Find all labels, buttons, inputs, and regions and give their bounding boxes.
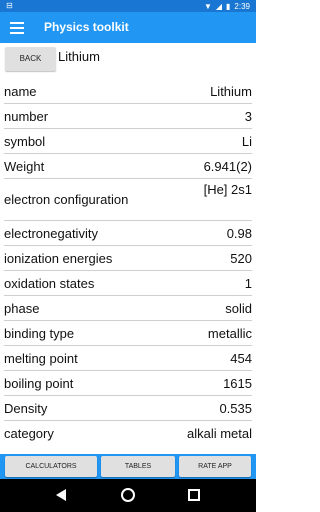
property-row: oxidation states 1: [0, 271, 256, 295]
property-key: number: [4, 108, 49, 124]
bottom-toolbar: CALCULATORS TABLES RATE APP: [0, 454, 256, 479]
property-row: ionization energies 520: [0, 246, 256, 270]
property-key: ionization energies: [4, 250, 113, 266]
property-value: 3: [244, 108, 252, 124]
app-title: Physics toolkit: [44, 20, 129, 34]
property-row: Density 0.535: [0, 396, 256, 420]
property-key: boiling point: [4, 375, 74, 391]
signal-icon: ◢: [215, 1, 223, 11]
battery-icon: ▮: [226, 1, 231, 11]
nav-home-icon[interactable]: [121, 488, 135, 502]
nav-back-icon[interactable]: [56, 489, 66, 501]
calculators-button[interactable]: CALCULATORS: [5, 456, 97, 477]
property-key: Weight: [4, 158, 45, 174]
element-header: BACK Lithium: [0, 43, 256, 75]
property-row: boiling point 1615: [0, 371, 256, 395]
property-value: Li: [241, 133, 252, 149]
property-key: phase: [4, 300, 40, 316]
property-key: electron configuration: [4, 192, 129, 207]
property-value: solid: [225, 300, 252, 316]
wifi-icon: ▼: [203, 1, 212, 11]
property-key: Density: [4, 400, 48, 416]
property-row: electronegativity 0.98: [0, 221, 256, 245]
property-row: category alkali metal: [0, 421, 256, 445]
rate-app-button[interactable]: RATE APP: [179, 456, 251, 477]
app-bar: Physics toolkit: [0, 12, 256, 43]
status-icons: ▼ ◢ ▮ 2:39: [204, 0, 250, 12]
property-row: melting point 454: [0, 346, 256, 370]
property-row: name Lithium: [0, 79, 256, 103]
property-value: 1: [244, 275, 252, 291]
property-key: symbol: [4, 133, 46, 149]
property-value: 0.535: [219, 400, 252, 416]
notification-icon: ⊟: [6, 1, 13, 10]
property-key: category: [4, 425, 54, 441]
menu-icon[interactable]: [10, 22, 24, 34]
property-key: binding type: [4, 325, 75, 341]
property-row: electron configuration [He] 2s1: [0, 179, 256, 220]
nav-recents-icon[interactable]: [188, 489, 200, 501]
property-value: metallic: [207, 325, 252, 341]
system-nav-bar: [0, 479, 256, 512]
status-time: 2:39: [234, 1, 250, 11]
property-key: oxidation states: [4, 275, 95, 291]
property-value: [He] 2s1: [203, 182, 252, 197]
property-value: 0.98: [226, 225, 252, 241]
property-key: melting point: [4, 350, 78, 366]
element-name: Lithium: [58, 49, 100, 64]
properties-list[interactable]: name Lithium number 3 symbol Li Weight 6…: [0, 79, 256, 454]
back-button[interactable]: BACK: [5, 47, 56, 71]
property-value: 454: [230, 350, 252, 366]
property-row: phase solid: [0, 296, 256, 320]
status-bar: ⊟ ▼ ◢ ▮ 2:39: [0, 0, 256, 12]
property-value: Lithium: [210, 83, 252, 99]
property-value: alkali metal: [186, 425, 252, 441]
property-key: name: [4, 83, 37, 99]
property-value: 520: [230, 250, 252, 266]
property-row: number 3: [0, 104, 256, 128]
tables-button[interactable]: TABLES: [101, 456, 175, 477]
property-value: 6.941(2): [203, 158, 252, 174]
property-row: symbol Li: [0, 129, 256, 153]
property-value: 1615: [223, 375, 252, 391]
property-key: electronegativity: [4, 225, 98, 241]
property-row: binding type metallic: [0, 321, 256, 345]
property-row: Weight 6.941(2): [0, 154, 256, 178]
